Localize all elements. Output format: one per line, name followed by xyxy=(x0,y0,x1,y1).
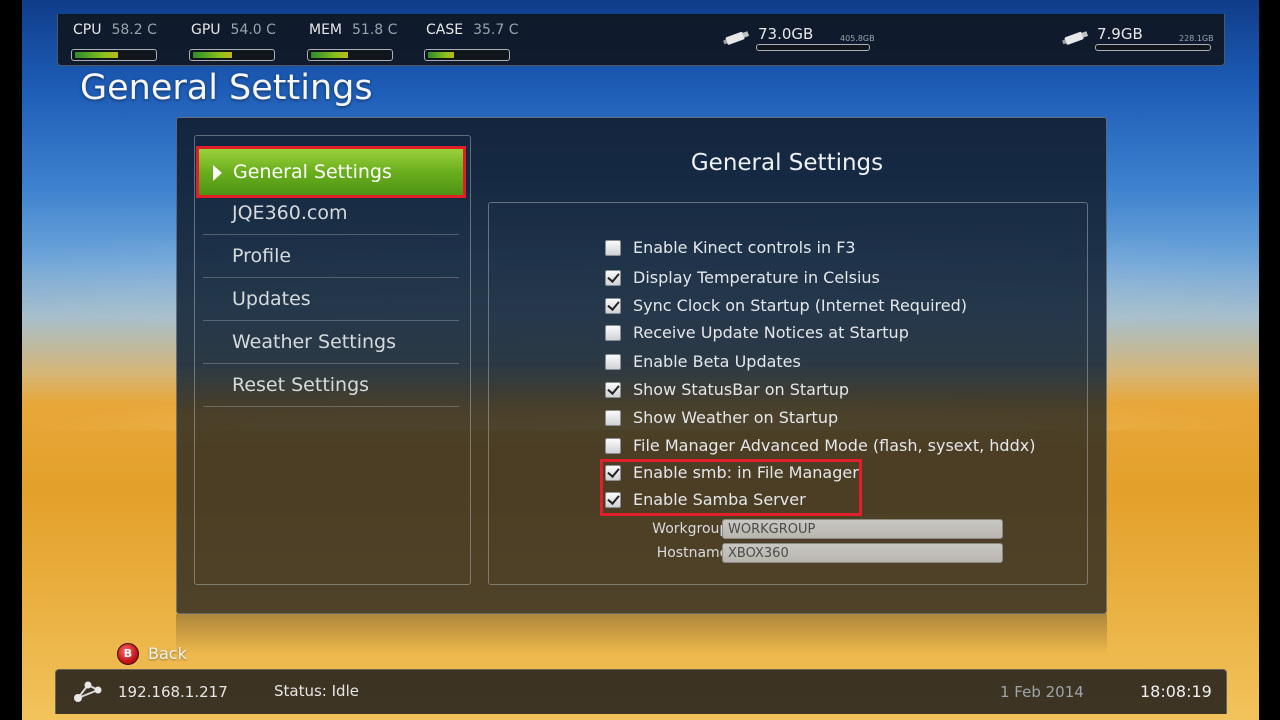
settings-sidebar: General Settings JQE360.com Profile Upda… xyxy=(194,135,471,585)
workgroup-row: Workgroup: xyxy=(619,519,1109,539)
ip-address: 192.168.1.217 xyxy=(118,683,228,701)
checkbox[interactable] xyxy=(605,270,621,286)
sensor-value: 58.2 C xyxy=(111,22,157,38)
sensor-value: 54.0 C xyxy=(230,22,276,38)
sidebar-item-label: Profile xyxy=(232,245,292,267)
sidebar-item-jqe360[interactable]: JQE360.com xyxy=(203,192,459,235)
sidebar-item-label: JQE360.com xyxy=(232,202,348,224)
samba-highlight-box xyxy=(600,459,862,516)
checkbox[interactable] xyxy=(605,298,621,314)
sensor-value: 35.7 C xyxy=(473,22,519,38)
page-title: General Settings xyxy=(80,68,373,108)
gpu-temp-meter xyxy=(189,49,275,61)
gpu-temp-sensor: GPU 54.0 C xyxy=(189,22,276,61)
checkbox[interactable] xyxy=(605,410,621,426)
sidebar-item-label: Weather Settings xyxy=(232,331,396,353)
panel-title: General Settings xyxy=(690,150,884,176)
cpu-temp-sensor: CPU 58.2 C xyxy=(71,22,157,61)
sidebar-item-reset-settings[interactable]: Reset Settings xyxy=(203,364,459,407)
sidebar-item-general-settings[interactable]: General Settings xyxy=(196,146,466,198)
drive-usage-bar xyxy=(1095,44,1211,51)
network-icon xyxy=(74,681,102,702)
chevron-right-icon xyxy=(213,165,222,181)
sidebar-item-weather-settings[interactable]: Weather Settings xyxy=(203,321,459,364)
sidebar-item-label: General Settings xyxy=(233,161,392,183)
usb-drive-icon xyxy=(723,31,750,45)
sidebar-item-profile[interactable]: Profile xyxy=(203,235,459,278)
option-label: Enable Beta Updates xyxy=(633,352,801,371)
usb-drive-icon xyxy=(1062,31,1089,45)
workgroup-label: Workgroup: xyxy=(652,521,733,537)
sensor-label: CPU xyxy=(73,22,102,38)
sensor-value: 51.8 C xyxy=(352,22,398,38)
option-label: File Manager Advanced Mode (flash, sysex… xyxy=(633,436,1036,455)
b-button-icon: B xyxy=(117,643,139,665)
checkbox[interactable] xyxy=(605,354,621,370)
drive-total-space: 405.8GB xyxy=(840,34,875,43)
option-label: Enable Kinect controls in F3 xyxy=(633,238,856,257)
option-label: Receive Update Notices at Startup xyxy=(633,323,909,342)
drive-usage-bar xyxy=(756,44,870,51)
sidebar-item-label: Updates xyxy=(232,288,311,310)
meter-fill xyxy=(311,52,348,58)
checkbox[interactable] xyxy=(605,438,621,454)
drive-free-space: 7.9GB xyxy=(1097,25,1143,43)
top-status-bar: CPU 58.2 C GPU 54.0 C MEM 51.8 C CASE 35.7 C… xyxy=(57,14,1225,66)
sidebar-item-label: Reset Settings xyxy=(232,374,370,396)
status-text: Status: Idle xyxy=(274,682,359,700)
meter-fill xyxy=(75,52,118,58)
case-temp-meter xyxy=(424,49,510,61)
option-label: Show StatusBar on Startup xyxy=(633,380,850,399)
mem-temp-sensor: MEM 51.8 C xyxy=(307,22,398,61)
date-display: 1 Feb 2014 xyxy=(1000,683,1084,701)
drive-total-space: 228.1GB xyxy=(1179,34,1214,43)
case-temp-sensor: CASE 35.7 C xyxy=(424,22,519,61)
option-label: Show Weather on Startup xyxy=(633,408,839,427)
back-label: Back xyxy=(148,644,187,663)
drive-free-space: 73.0GB xyxy=(758,25,814,43)
hostname-input[interactable] xyxy=(722,543,1003,563)
checkbox[interactable] xyxy=(605,382,621,398)
sensor-label: GPU xyxy=(191,22,221,38)
sensor-label: MEM xyxy=(309,22,343,38)
option-label: Sync Clock on Startup (Internet Required… xyxy=(633,296,967,315)
checkbox[interactable] xyxy=(605,240,621,256)
settings-dialog: General Settings JQE360.com Profile Upda… xyxy=(176,117,1107,614)
settings-panel: Enable Kinect controls in F3 Display Tem… xyxy=(488,202,1088,585)
bottom-status-bar: 192.168.1.217 Status: Idle 1 Feb 2014 18… xyxy=(55,669,1227,714)
mem-temp-meter xyxy=(307,49,393,61)
checkbox[interactable] xyxy=(605,325,621,341)
hostname-row: Hostname: xyxy=(619,543,1109,563)
clock-display: 18:08:19 xyxy=(1140,682,1212,701)
workgroup-input[interactable] xyxy=(722,519,1003,539)
meter-fill xyxy=(428,52,454,58)
sensor-label: CASE xyxy=(426,22,464,38)
sidebar-item-updates[interactable]: Updates xyxy=(203,278,459,321)
cpu-temp-meter xyxy=(71,49,157,61)
meter-fill xyxy=(193,52,232,58)
option-label: Display Temperature in Celsius xyxy=(633,268,880,287)
dialog-reflection xyxy=(176,614,1107,654)
